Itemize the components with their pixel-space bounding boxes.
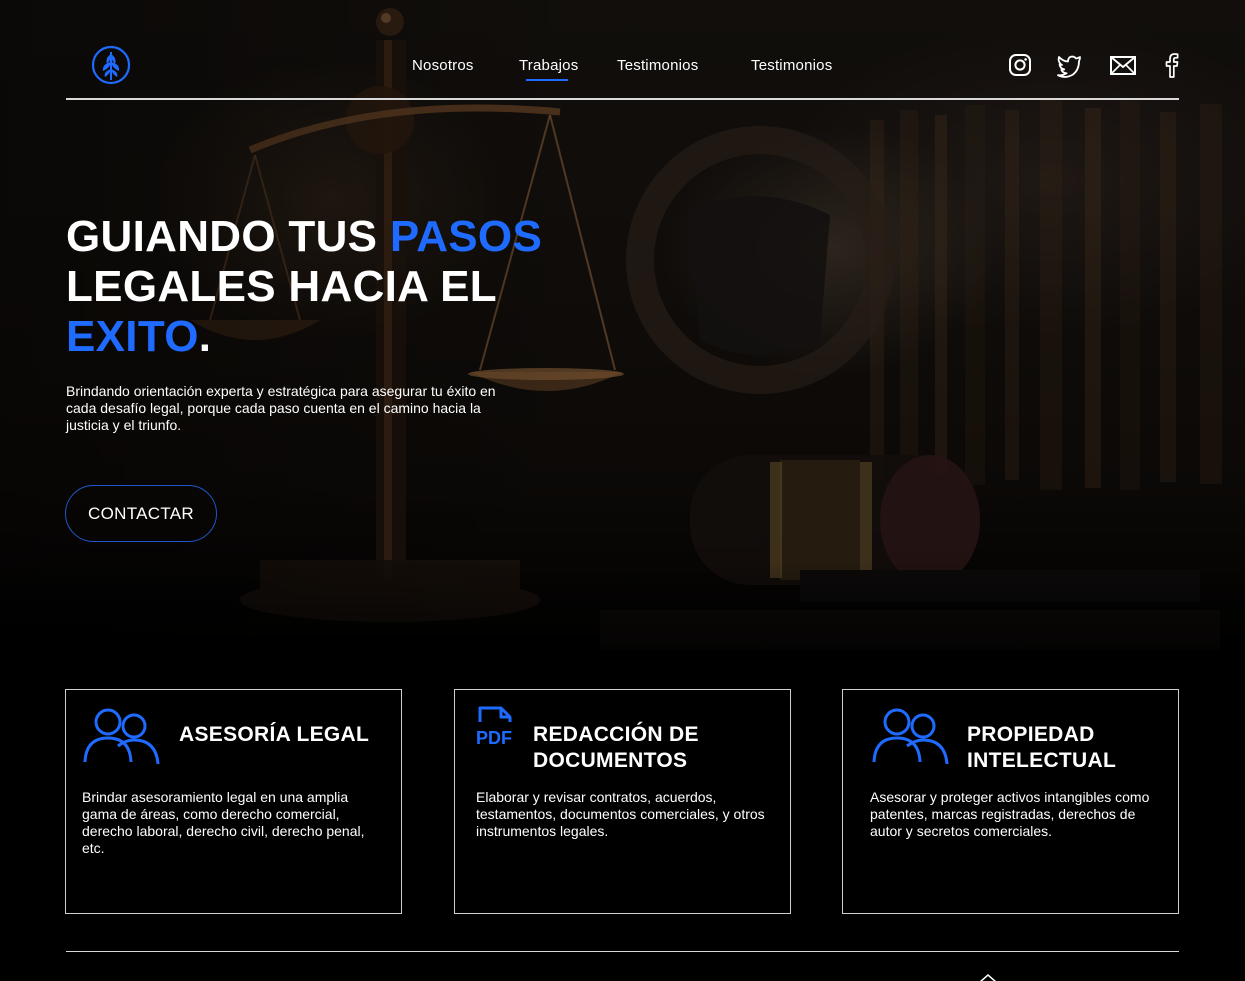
- facebook-icon[interactable]: [1160, 52, 1182, 78]
- service-description: Brindar asesoramiento legal en una ampli…: [82, 789, 365, 856]
- headline-part-2: LEGALES HACIA EL: [66, 262, 497, 311]
- mail-icon[interactable]: [1109, 52, 1137, 78]
- service-card-redaccion-documentos[interactable]: PDF REDACCIÓN DE DOCUMENTOS Elaborar y r…: [454, 689, 791, 914]
- footer-divider: [66, 951, 1179, 952]
- hero-description: Brindando orientación experta y estratég…: [66, 383, 496, 433]
- service-title: ASESORÍA LEGAL: [179, 723, 370, 746]
- service-card-propiedad-intelectual[interactable]: PROPIEDAD INTELECTUAL Asesorar y protege…: [842, 689, 1179, 914]
- service-description: Elaborar y revisar contratos, acuerdos, …: [476, 789, 765, 839]
- headline-highlight-exito: EXITO: [66, 312, 199, 361]
- service-title: PROPIEDAD INTELECTUAL: [967, 723, 1117, 772]
- pdf-file-icon: PDF: [475, 704, 519, 753]
- service-card-asesoria-legal[interactable]: ASESORÍA LEGAL Brindar asesoramiento leg…: [65, 689, 402, 914]
- contactar-button[interactable]: CONTACTAR: [65, 485, 217, 542]
- header-divider: [66, 98, 1179, 100]
- social-links: [0, 52, 1245, 80]
- headline-end: .: [198, 312, 212, 361]
- pdf-icon-label: PDF: [476, 728, 512, 748]
- headline-part-1: GUIANDO TUS: [66, 212, 390, 261]
- users-icon: [871, 706, 951, 771]
- users-icon: [82, 706, 162, 771]
- instagram-icon[interactable]: [1007, 52, 1033, 78]
- service-description: Asesorar y proteger activos intangibles …: [870, 789, 1150, 839]
- hero-headline: GUIANDO TUS PASOS LEGALES HACIA EL EXITO…: [66, 212, 586, 362]
- page: Nosotros Trabajos Testimonios Testimonio…: [0, 0, 1245, 981]
- headline-highlight-pasos: PASOS: [389, 212, 543, 261]
- twitter-icon[interactable]: [1056, 52, 1082, 78]
- service-title: REDACCIÓN DE DOCUMENTOS: [533, 723, 699, 772]
- chevron-up-icon[interactable]: [978, 970, 998, 981]
